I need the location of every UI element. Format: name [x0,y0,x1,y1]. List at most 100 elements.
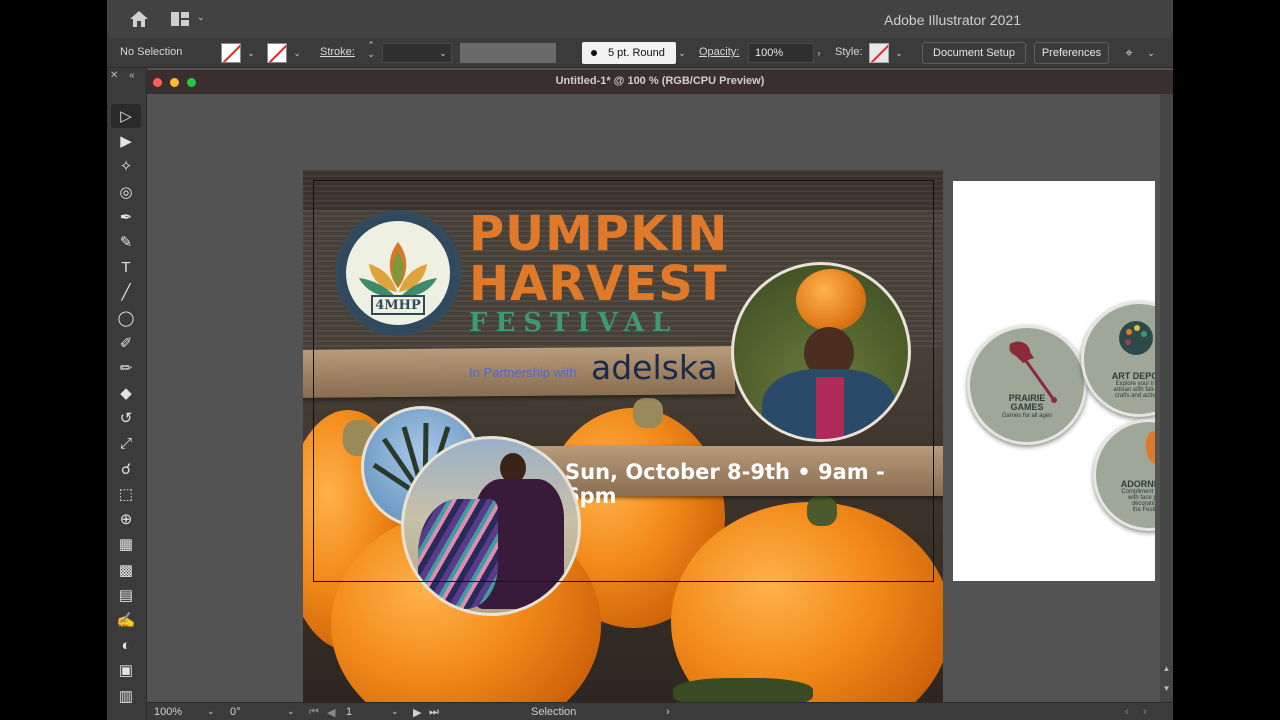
free-transform-tool[interactable]: ⬚ [111,482,141,506]
type-tool[interactable]: T [111,255,141,279]
stroke-weight-stepper[interactable]: ⌃ ⌄ [365,41,377,59]
lasso-tool[interactable]: ◎ [111,180,141,204]
chevron-down-icon[interactable]: ⌄ [287,706,295,717]
direct-selection-icon: ▶ [120,133,132,151]
gradient-tool[interactable]: ▤ [111,583,141,607]
free-transform-icon: ⬚ [118,486,134,503]
close-icon[interactable]: ✕ [110,70,118,81]
previous-artboard-icon[interactable]: ◀ [327,706,335,719]
scroll-down-icon[interactable]: ▼ [1160,684,1173,693]
fill-swatch[interactable] [221,43,241,63]
rotate-tool[interactable]: ↺ [111,406,141,430]
chevron-down-icon[interactable]: ⌄ [245,47,257,59]
opacity-label[interactable]: Opacity: [699,46,739,58]
palette-icon [1119,321,1153,355]
opacity-input[interactable]: 100% [748,43,814,63]
mesh-tool[interactable]: ▩ [111,558,141,582]
shape-builder-tool[interactable]: ⊕ [111,507,141,531]
chevron-down-icon[interactable]: ⌄ [437,47,449,59]
chevron-down-icon[interactable]: ⌄ [893,47,905,59]
chevron-down-icon[interactable]: ⌄ [207,706,215,717]
artboard-2[interactable]: PRAIRIE GAMES Games for all ages ART DEP… [953,181,1155,581]
shaper-icon: ✐ [119,334,133,352]
scale-tool[interactable]: ⤢ [111,432,141,456]
artboard-1[interactable]: 4MHP PUMPKIN HARVEST FESTIVAL In Partner… [303,170,943,702]
pencil-tool[interactable]: ✏ [111,356,141,380]
chevron-right-icon[interactable]: › [666,706,670,718]
last-artboard-icon[interactable]: ⏭ [429,706,439,719]
workspace-switcher[interactable]: ⌄ [171,12,207,26]
control-bar: No Selection ⌄ ⌄ Stroke: ⌃ ⌄ ⌄ 5 pt. Roun… [107,38,1173,68]
eyedropper-icon: ✍ [116,612,136,629]
artboard-number[interactable]: 1 [346,706,352,718]
line-segment-tool[interactable]: ╱ [111,280,141,304]
home-icon[interactable] [129,10,149,28]
graph-tool[interactable]: ▥ [111,684,141,708]
direct-selection-tool[interactable]: ▶ [111,129,141,153]
app-title: Adobe Illustrator 2021 [884,12,1021,28]
magic-wand-tool[interactable]: ✧ [111,154,141,178]
chevron-down-icon[interactable]: ⌄ [391,706,399,717]
chevron-down-icon[interactable]: ⌄ [676,47,688,59]
blend-tool[interactable]: ◐ [111,633,141,657]
symbol-sprayer-icon: ▣ [118,662,134,680]
badge-art-depot: ART DEPO Explore your ir artisan with fa… [1081,301,1155,417]
pen-icon: ✒ [119,208,133,226]
symbol-sprayer-tool[interactable]: ▣ [111,658,141,682]
graph-icon: ▥ [118,687,134,705]
magic-wand-icon: ✧ [119,158,133,176]
scale-icon: ⤢ [119,435,132,453]
vertical-scrollbar[interactable]: ▲ ▼ [1160,94,1173,702]
stroke-swatch[interactable] [267,43,287,63]
brush-definition[interactable]: 5 pt. Round [582,42,676,64]
zoom-level[interactable]: 100% [154,706,182,718]
chevron-right-icon[interactable]: › [813,47,825,59]
chevron-down-icon[interactable]: ⌄ [291,47,303,59]
eyedropper-tool[interactable]: ✍ [111,608,141,632]
eraser-icon: ◆ [120,385,132,403]
warp-tool[interactable]: ☌ [111,457,141,481]
arrange-documents-icon[interactable]: ⌖ [1123,46,1135,59]
tools-panel-header: ✕ « [107,70,147,84]
style-swatch[interactable] [869,43,889,63]
mesh-icon: ▩ [118,561,134,579]
ellipse-tool[interactable]: ◯ [111,306,141,330]
type-icon: T [121,258,131,276]
first-artboard-icon[interactable]: ⏮ [309,706,319,719]
selection-tool[interactable]: ▷ [111,104,141,128]
pencil-icon: ✏ [119,360,133,377]
document-tab[interactable]: Untitled-1* @ 100 % (RGB/CPU Preview) [147,70,1173,94]
badge-subtitle: Games for all ages [1001,412,1053,419]
shape-builder-icon: ⊕ [119,511,133,529]
chevron-down-icon: ⌄ [197,12,205,22]
shaper-tool[interactable]: ✐ [111,331,141,355]
next-artboard-icon[interactable]: ▶ [413,706,421,719]
illustrator-window: ⌄ Adobe Illustrator 2021 No Selection ⌄ … [107,0,1173,720]
pen-tool[interactable]: ✒ [111,205,141,229]
selection-status: No Selection [120,46,183,58]
brush-label: 5 pt. Round [608,47,665,59]
curvature-tool[interactable]: ✎ [111,230,141,254]
scroll-right-icon[interactable]: › [1143,706,1147,718]
eraser-tool[interactable]: ◆ [111,381,141,405]
badge-title: ADORNME [1120,479,1155,489]
bleed-guide [313,180,934,582]
badge-subtitle: Compliment your with face pa decoratio t… [1121,489,1155,514]
scroll-up-icon[interactable]: ▲ [1160,664,1173,673]
perspective-grid-tool[interactable]: ▦ [111,532,141,556]
canvas[interactable]: 4MHP PUMPKIN HARVEST FESTIVAL In Partner… [148,94,1160,702]
chevron-down-icon[interactable]: ⌄ [1145,47,1157,59]
preferences-button[interactable]: Preferences [1034,42,1109,64]
document-setup-button[interactable]: Document Setup [922,42,1026,64]
rotation-value[interactable]: 0° [230,706,241,718]
selection-icon: ▷ [120,108,132,125]
app-bar: ⌄ Adobe Illustrator 2021 [107,0,1173,38]
face-profile-icon [1145,431,1155,465]
scroll-left-icon[interactable]: ‹ [1125,706,1129,718]
warp-icon: ☌ [120,460,132,478]
badge-adornment: ADORNME Compliment your with face pa dec… [1093,419,1155,531]
collapse-icon[interactable]: « [129,70,135,81]
tools-panel: ✕ « ▷ ▶ ✧ ◎ ✒ ✎ T ╱ ◯ ✐ ✏ ◆ ↺ ⤢ ☌ ⬚ ⊕ ▦ ▩ ▤ ✍ ◐ ▣ ▥ [107,68,147,720]
stroke-label[interactable]: Stroke: [320,46,355,58]
variable-width-profile[interactable] [460,43,556,63]
